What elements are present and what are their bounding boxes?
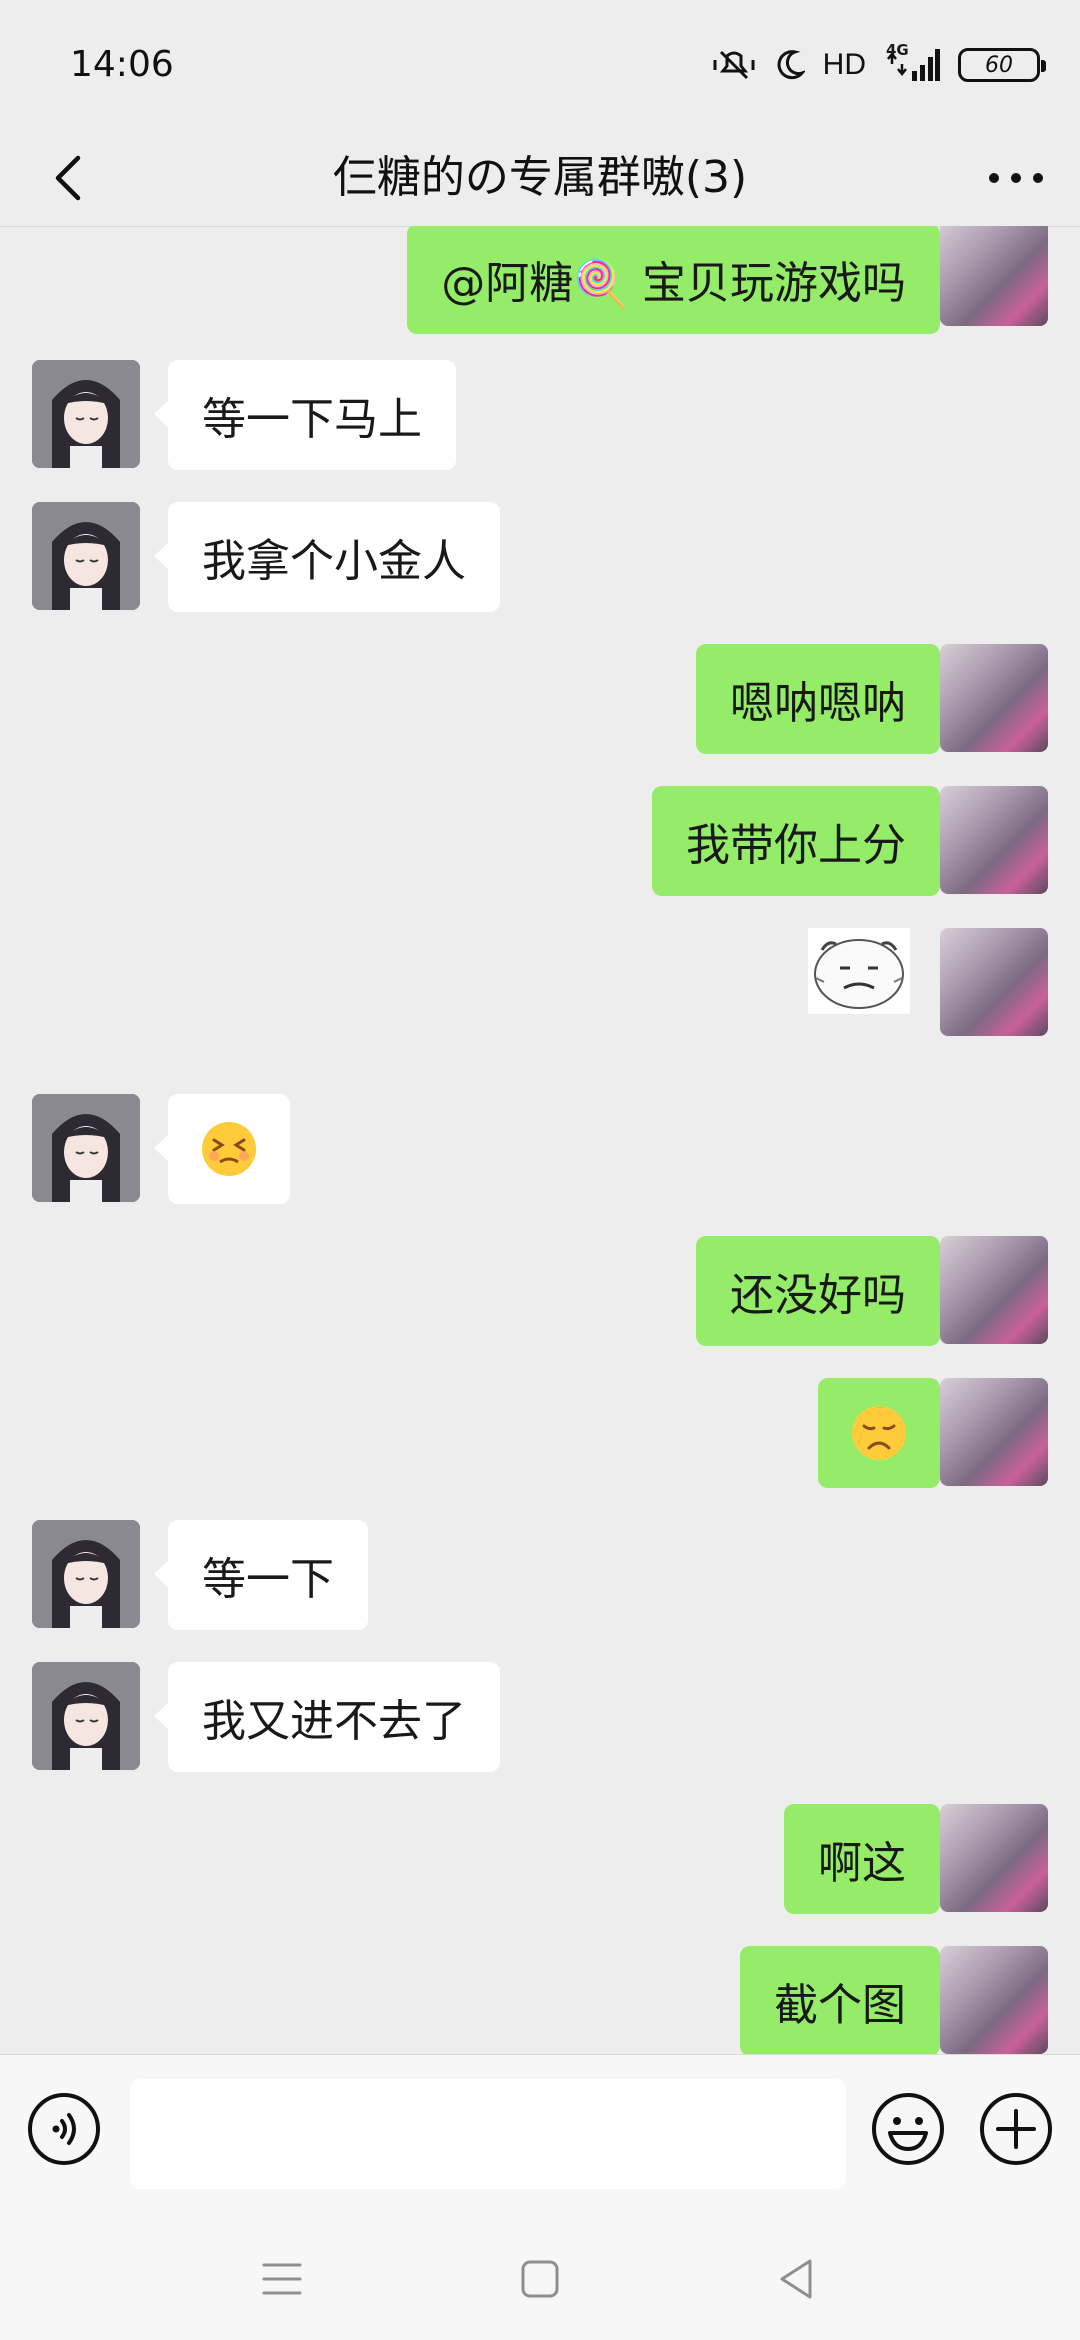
message-row: 截个图 <box>0 1946 1080 2054</box>
chat-title: 仨糖的の专属群嗷(3) <box>332 152 748 203</box>
message-row: @阿糖🍭 宝贝玩游戏吗 <box>0 226 1080 334</box>
message-row: 等一下 <box>0 1520 1080 1630</box>
signal-icon: 4G <box>884 41 940 83</box>
input-bar <box>0 2054 1080 2215</box>
message-bubble[interactable]: 我又进不去了 <box>154 1662 500 1772</box>
avatar[interactable] <box>940 644 1048 752</box>
chevron-left-icon <box>55 155 81 201</box>
message-bubble[interactable]: @阿糖🍭 宝贝玩游戏吗 <box>407 226 954 334</box>
avatar[interactable] <box>940 928 1048 1036</box>
avatar[interactable] <box>940 786 1048 894</box>
avatar[interactable] <box>32 1662 140 1770</box>
message-row: 我又进不去了 <box>0 1662 1080 1772</box>
avatar[interactable] <box>940 1804 1048 1912</box>
message-bubble[interactable]: 等一下马上 <box>154 360 456 470</box>
message-bubble[interactable]: 还没好吗 <box>696 1236 954 1346</box>
menu-icon <box>262 2263 302 2295</box>
message-bubble[interactable]: 我带你上分 <box>652 786 954 896</box>
avatar[interactable] <box>940 1378 1048 1486</box>
more-horizontal-icon <box>989 173 1043 183</box>
plus-button[interactable] <box>978 2091 1054 2167</box>
message-text: 啊这 <box>818 1838 906 1889</box>
message-row <box>0 928 1080 1038</box>
system-navigation-bar <box>0 2214 1080 2340</box>
avatar[interactable] <box>940 1946 1048 2054</box>
sketch-face-sticker[interactable] <box>808 928 910 1014</box>
mute-vibrate-icon <box>711 48 757 82</box>
message-text: @阿糖🍭 宝贝玩游戏吗 <box>441 258 906 309</box>
voice-button[interactable] <box>26 2091 102 2167</box>
moon-icon <box>775 49 805 81</box>
voice-icon <box>28 2093 100 2165</box>
message-text: 我拿个小金人 <box>202 536 466 587</box>
message-row: 等一下马上 <box>0 360 1080 470</box>
plus-icon <box>980 2093 1052 2165</box>
back-nav-button[interactable] <box>766 2254 826 2304</box>
message-bubble[interactable]: 嗯呐嗯呐 <box>696 644 954 754</box>
message-bubble[interactable]: 我拿个小金人 <box>154 502 500 612</box>
disappointed-face-emoji <box>852 1406 906 1460</box>
message-row: 我带你上分 <box>0 786 1080 896</box>
battery-icon: 60 <box>958 48 1046 82</box>
message-bubble[interactable]: 😣 <box>154 1094 290 1204</box>
message-text: 我又进不去了 <box>202 1696 466 1747</box>
avatar[interactable] <box>32 1094 140 1202</box>
message-text: 我带你上分 <box>686 820 906 871</box>
avatar[interactable] <box>32 502 140 610</box>
message-bubble[interactable]: 😞 <box>818 1378 954 1488</box>
avatar[interactable] <box>32 360 140 468</box>
menu-button[interactable] <box>252 2254 312 2304</box>
network-hd-label: HD <box>822 48 866 81</box>
message-row: 😞 <box>0 1378 1080 1488</box>
avatar[interactable] <box>940 1236 1048 1344</box>
message-bubble[interactable]: 啊这 <box>784 1804 954 1914</box>
message-row: 嗯呐嗯呐 <box>0 644 1080 754</box>
message-row: 我拿个小金人 <box>0 502 1080 612</box>
back-triangle-icon <box>780 2259 812 2299</box>
message-bubble[interactable]: 等一下 <box>154 1520 368 1630</box>
emoji-button[interactable] <box>870 2091 946 2167</box>
message-row: 还没好吗 <box>0 1236 1080 1346</box>
chat-header: 仨糖的の专属群嗷(3) <box>0 130 1080 227</box>
message-text: 嗯呐嗯呐 <box>730 678 906 729</box>
avatar[interactable] <box>32 1520 140 1628</box>
message-text: 等一下马上 <box>202 394 422 445</box>
message-row: 😣 <box>0 1094 1080 1204</box>
status-time: 14:06 <box>70 44 174 85</box>
signal-label: 4G <box>886 41 909 59</box>
home-icon <box>521 2260 559 2298</box>
persevering-face-emoji <box>202 1122 256 1176</box>
battery-level: 60 <box>985 52 1013 78</box>
message-input[interactable] <box>130 2079 846 2189</box>
message-text: 截个图 <box>774 1980 906 2031</box>
smiley-icon <box>872 2093 944 2165</box>
status-icons: HD 4G 60 <box>711 40 1046 90</box>
more-button[interactable] <box>976 140 1056 216</box>
status-bar: 14:06 HD 4G 60 <box>0 0 1080 130</box>
home-button[interactable] <box>510 2254 570 2304</box>
message-row: 啊这 <box>0 1804 1080 1914</box>
chat-area[interactable]: @阿糖🍭 宝贝玩游戏吗 等一下马上 我拿个小金人 嗯呐嗯呐 我带你上分 还没好吗… <box>0 226 1080 2054</box>
back-button[interactable] <box>30 140 106 216</box>
avatar[interactable] <box>940 226 1048 326</box>
message-text: 还没好吗 <box>730 1270 906 1321</box>
message-text: 等一下 <box>202 1554 334 1605</box>
message-bubble[interactable]: 截个图 <box>740 1946 954 2054</box>
